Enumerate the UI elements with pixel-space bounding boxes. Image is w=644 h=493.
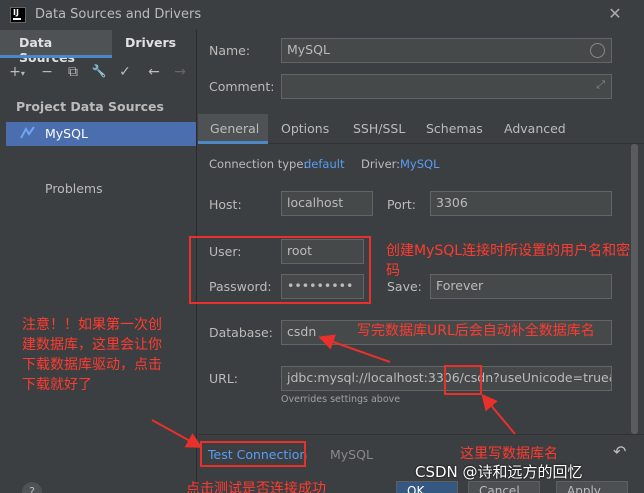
url-label: URL:	[209, 371, 239, 386]
save-label: Save:	[387, 279, 422, 294]
host-label: Host:	[209, 197, 242, 212]
bottom-divider	[198, 434, 644, 435]
color-circle-icon[interactable]	[590, 43, 605, 58]
data-source-item-mysql[interactable]: MySQL	[6, 122, 196, 146]
title-bar: IJ Data Sources and Drivers ✕	[0, 0, 644, 30]
annotation-test-note: 点击测试是否连接成功	[186, 481, 326, 493]
ok-button[interactable]: OK	[396, 481, 458, 493]
tab-data-sources[interactable]: Data Sources	[0, 30, 112, 65]
tab-ssh-ssl[interactable]: SSH/SSL	[353, 121, 405, 136]
connection-type-link[interactable]: default	[304, 157, 344, 171]
expand-icon[interactable]: ⤢	[596, 78, 605, 92]
database-label: Database:	[209, 325, 273, 340]
window-title: Data Sources and Drivers	[35, 7, 202, 22]
driver-name-bottom[interactable]: MySQL	[330, 447, 373, 462]
tab-general[interactable]: General	[198, 114, 268, 144]
check-icon[interactable]: ✓	[116, 64, 134, 80]
problems-item[interactable]: Problems	[45, 181, 103, 196]
name-label: Name:	[209, 43, 251, 58]
tab-drivers[interactable]: Drivers	[125, 35, 176, 50]
annotation-database-note: 写完数据库URL后会自动补全数据库名	[357, 323, 595, 339]
name-field[interactable]: MySQL	[281, 38, 612, 63]
tab-options[interactable]: Options	[281, 121, 329, 136]
duplicate-icon[interactable]: ⧉	[64, 64, 82, 80]
port-label: Port:	[387, 197, 416, 212]
back-icon[interactable]: ←	[145, 64, 163, 80]
remove-icon[interactable]: −	[38, 64, 56, 80]
intellij-app-icon: IJ	[10, 7, 26, 23]
close-icon[interactable]: ✕	[606, 4, 624, 24]
left-panel: Data Sources Drivers +▾ − ⧉ 🔧 ✓ ← → Proj…	[0, 30, 197, 493]
add-icon[interactable]: +▾	[8, 64, 26, 80]
vertical-scrollbar[interactable]	[631, 144, 638, 434]
annotation-box-database-in-url	[444, 365, 482, 395]
forward-icon[interactable]: →	[171, 64, 189, 80]
mysql-dolphin-icon	[20, 126, 36, 143]
left-toolbar: +▾ − ⧉ 🔧 ✓ ← →	[0, 62, 197, 88]
apply-button[interactable]: Apply	[556, 481, 628, 493]
left-tabs: Data Sources Drivers	[0, 30, 197, 65]
annotation-box-test-connection	[200, 441, 306, 467]
tab-advanced[interactable]: Advanced	[504, 121, 566, 136]
csdn-watermark: CSDN @诗和远方的回忆	[415, 463, 583, 481]
settings-tabs: General Options SSH/SSL Schemas Advanced	[198, 114, 644, 144]
wrench-icon[interactable]: 🔧	[90, 64, 108, 78]
comment-field[interactable]: ⤢	[281, 74, 612, 99]
host-field[interactable]: localhost	[281, 191, 373, 216]
annotation-driver-note: 注意！！如果第一次创建数据库，这里会让你下载数据库驱动，点击下载就好了	[22, 317, 162, 393]
data-source-label: MySQL	[45, 126, 88, 141]
tab-schemas[interactable]: Schemas	[426, 121, 483, 136]
project-data-sources-heading: Project Data Sources	[16, 99, 164, 114]
driver-link[interactable]: MySQL	[400, 157, 440, 171]
port-field[interactable]: 3306	[430, 191, 612, 216]
annotation-credentials-note: 创建MySQL连接时所设置的用户名和密码	[386, 243, 631, 279]
annotation-box-credentials	[189, 236, 371, 304]
driver-label: Driver:	[361, 157, 401, 171]
cancel-button[interactable]: Cancel	[468, 481, 540, 493]
connection-type-label: Connection type:	[209, 157, 308, 171]
comment-label: Comment:	[209, 79, 275, 94]
url-hint: Overrides settings above	[281, 394, 401, 405]
